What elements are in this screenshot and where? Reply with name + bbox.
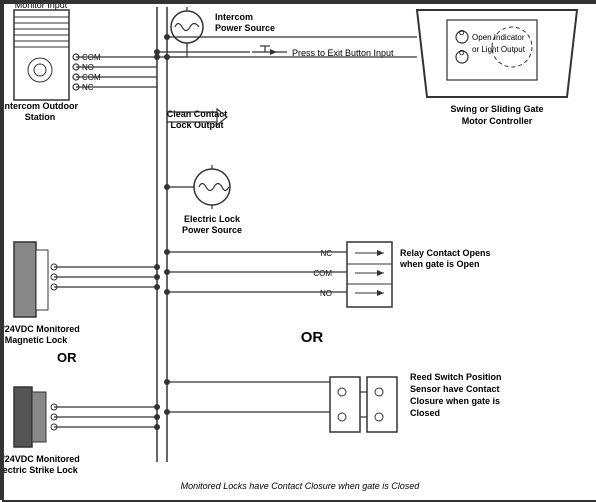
svg-text:Closed: Closed bbox=[410, 408, 440, 418]
svg-text:Magnetic Lock: Magnetic Lock bbox=[5, 335, 69, 345]
svg-text:Power Source: Power Source bbox=[182, 225, 242, 235]
svg-text:OR: OR bbox=[301, 329, 324, 346]
svg-text:12/24VDC Monitored: 12/24VDC Monitored bbox=[2, 324, 80, 334]
svg-text:OR: OR bbox=[57, 350, 77, 365]
svg-text:Power Source: Power Source bbox=[215, 23, 275, 33]
svg-text:Monitored Locks have Contact C: Monitored Locks have Contact Closure whe… bbox=[181, 481, 421, 491]
svg-text:Intercom: Intercom bbox=[215, 12, 253, 22]
svg-text:Intercom Outdoor: Intercom Outdoor bbox=[2, 101, 78, 111]
svg-text:Swing or Sliding Gate: Swing or Sliding Gate bbox=[450, 104, 543, 114]
svg-text:O: O bbox=[459, 30, 465, 37]
svg-text:Electric Strike Lock: Electric Strike Lock bbox=[2, 465, 79, 475]
svg-text:O: O bbox=[459, 50, 465, 57]
svg-text:Open Indicator: Open Indicator bbox=[472, 33, 525, 42]
svg-text:Relay Contact Opens: Relay Contact Opens bbox=[400, 248, 491, 258]
svg-text:NO: NO bbox=[320, 289, 332, 298]
svg-text:Station: Station bbox=[25, 112, 56, 122]
svg-text:Reed Switch Position: Reed Switch Position bbox=[410, 372, 502, 382]
svg-text:or Light Output: or Light Output bbox=[472, 45, 526, 54]
svg-text:COM: COM bbox=[313, 269, 332, 278]
svg-text:12/24VDC Monitored: 12/24VDC Monitored bbox=[2, 454, 80, 464]
svg-text:NC: NC bbox=[320, 249, 332, 258]
svg-text:Sensor have Contact: Sensor have Contact bbox=[410, 384, 500, 394]
svg-text:Electric Lock: Electric Lock bbox=[184, 214, 241, 224]
svg-text:Motor Controller: Motor Controller bbox=[462, 116, 533, 126]
wiring-diagram: Monitor Input COM NO COM NC Intercom Out… bbox=[0, 0, 596, 500]
svg-text:when gate is Open: when gate is Open bbox=[399, 259, 480, 269]
svg-text:Closure when gate is: Closure when gate is bbox=[410, 396, 500, 406]
